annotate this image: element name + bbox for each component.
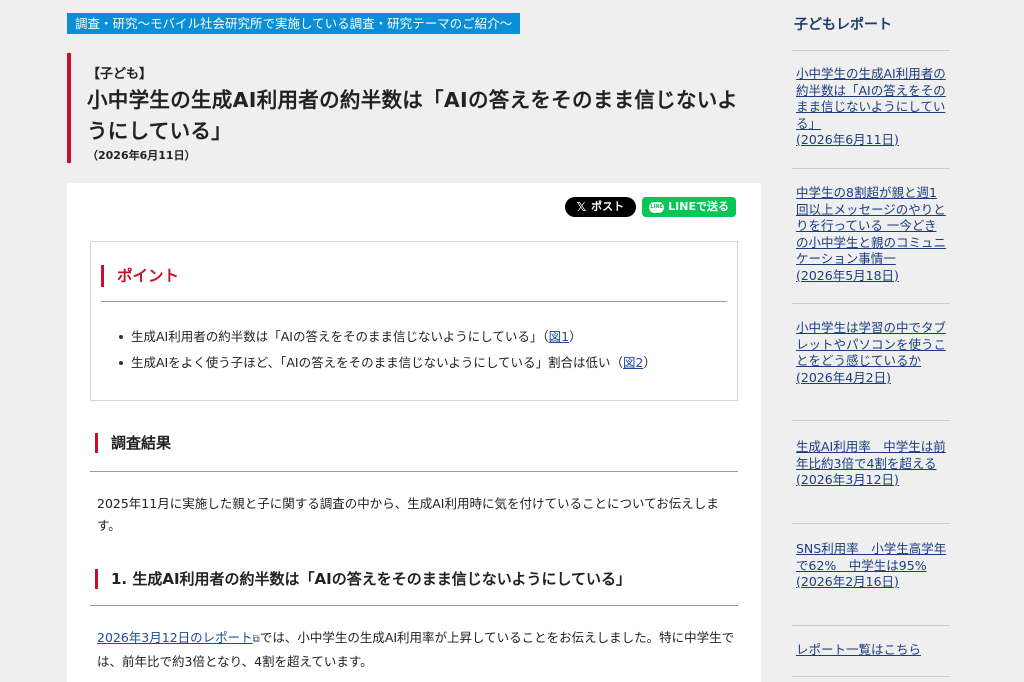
points-divider bbox=[101, 301, 727, 302]
sidebar-report-link[interactable]: 中学生の8割超が親と週1回以上メッセージのやりとりを行っている 一今どきの小中学… bbox=[796, 185, 948, 284]
share-buttons: 𝕏 ポスト LINE LINEで送る bbox=[564, 197, 736, 217]
points-heading: ポイント bbox=[101, 265, 727, 287]
sidebar-report-link[interactable]: 小中学生の生成AI利用者の約半数は「AIの答えをそのまま信じないようにしている」… bbox=[796, 66, 948, 149]
results-heading: 調査結果 bbox=[95, 433, 171, 453]
sidebar-divider bbox=[792, 303, 950, 304]
section-1-paragraph: 2026年3月12日のレポート⧉では、小中学生の生成AI利用率が上昇していること… bbox=[97, 630, 735, 669]
report-link[interactable]: 2026年3月12日のレポート bbox=[97, 630, 253, 645]
article-content: 𝕏 ポスト LINE LINEで送る ポイント 生成AI利用者の約半数は「AIの… bbox=[67, 183, 761, 682]
sidebar-divider bbox=[792, 676, 950, 677]
article-category: 【子ども】 bbox=[87, 67, 153, 82]
x-post-button[interactable]: 𝕏 ポスト bbox=[564, 197, 637, 217]
x-post-label: ポスト bbox=[591, 200, 625, 213]
external-link-icon: ⧉ bbox=[252, 634, 260, 645]
line-icon: LINE bbox=[649, 201, 665, 213]
figure-2-link[interactable]: 図2 bbox=[623, 355, 643, 370]
sidebar-report-link[interactable]: 生成AI利用率 中学生は前年比約3倍で4割を超える (2026年3月12日) bbox=[796, 439, 948, 489]
sidebar-title: 子どもレポート bbox=[794, 17, 892, 33]
point-item: 生成AIをよく使う子ほど、「AIの答えをそのまま信じないようにしている」割合は低… bbox=[119, 350, 727, 376]
sidebar-divider bbox=[792, 625, 950, 626]
x-icon: 𝕏 bbox=[576, 200, 587, 214]
sidebar-divider bbox=[792, 168, 950, 169]
sidebar-report-link[interactable]: 小中学生は学習の中でタブレットやパソコンを使うことをどう感じているか (2026… bbox=[796, 320, 948, 386]
results-divider bbox=[90, 471, 738, 472]
article-header: 【子ども】 小中学生の生成AI利用者の約半数は「AIの答えをそのまま信じないよう… bbox=[67, 53, 757, 163]
sidebar-report-link[interactable]: SNS利用率 小学生高学年で62% 中学生は95% (2026年2月16日) bbox=[796, 541, 948, 591]
line-send-button[interactable]: LINE LINEで送る bbox=[642, 197, 736, 217]
point-item: 生成AI利用者の約半数は「AIの答えをそのまま信じないようにしている」（図1） bbox=[119, 324, 727, 350]
results-intro: 2025年11月に実施した親と子に関する調査の中から、生成AI利用時に気を付けて… bbox=[97, 496, 719, 533]
figure-1-link[interactable]: 図1 bbox=[549, 329, 569, 344]
category-banner[interactable]: 調査・研究～モバイル社会研究所で実施している調査・研究テーマのご紹介～ bbox=[67, 13, 521, 34]
points-box: ポイント 生成AI利用者の約半数は「AIの答えをそのまま信じないようにしている」… bbox=[90, 241, 738, 401]
points-list: 生成AI利用者の約半数は「AIの答えをそのまま信じないようにしている」（図1） … bbox=[101, 324, 727, 376]
section-1-heading: 1. 生成AI利用者の約半数は「AIの答えをそのまま信じないようにしている」 bbox=[95, 569, 631, 589]
sidebar-divider bbox=[792, 523, 950, 524]
sidebar-divider bbox=[792, 50, 950, 51]
line-send-label: LINEで送る bbox=[668, 200, 729, 213]
section-1-divider bbox=[90, 605, 738, 606]
page-title: 小中学生の生成AI利用者の約半数は「AIの答えをそのまま信じないようにしている」 bbox=[87, 88, 738, 143]
article-date: （2026年6月11日） bbox=[87, 149, 196, 162]
sidebar-divider bbox=[792, 420, 950, 421]
all-reports-link[interactable]: レポート一覧はこちら bbox=[796, 642, 948, 659]
